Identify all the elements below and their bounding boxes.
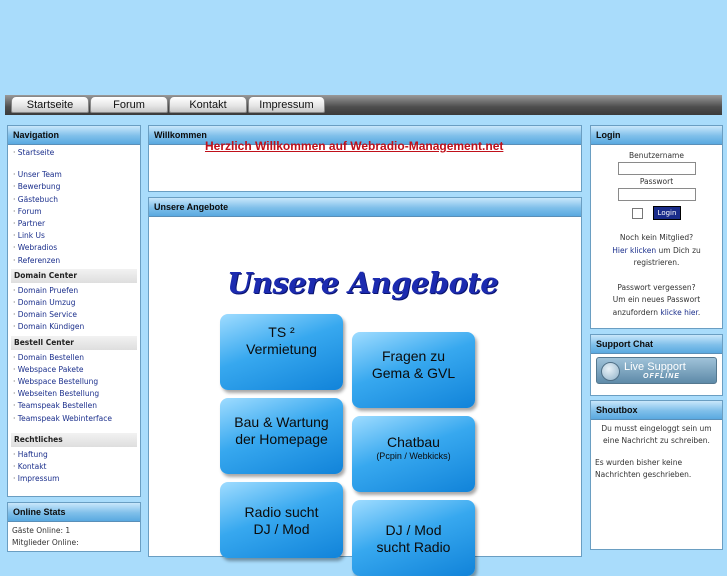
nav-link-teamspeak-webinterface[interactable]: Teamspeak Webinterface — [11, 413, 137, 425]
welcome-link[interactable]: Herzlich Willkommen auf Webradio-Managem… — [205, 139, 503, 153]
offer-radio-line2: DJ / Mod — [253, 521, 310, 537]
offer-dj-line1: DJ / Mod — [385, 522, 442, 538]
tab-startseite[interactable]: Startseite — [11, 96, 89, 113]
offer-gema-line1: Fragen zu — [381, 348, 446, 364]
login-button[interactable]: Login — [652, 206, 682, 220]
nav-link-bewerbung[interactable]: Bewerbung — [11, 181, 137, 193]
offer-homepage-line2: der Homepage — [235, 431, 328, 447]
live-support-status: OFFLINE — [643, 373, 680, 380]
shoutbox-empty-message: Es wurden bisher keine Nachrichten gesch… — [595, 458, 692, 479]
navigation-title: Navigation — [8, 126, 140, 145]
nav-link-teamspeak-bestellen[interactable]: Teamspeak Bestellen — [11, 400, 137, 412]
nav-link-haftung[interactable]: Haftung — [11, 449, 137, 461]
tab-impressum[interactable]: Impressum — [248, 96, 325, 113]
offer-dj-line2: sucht Radio — [376, 539, 451, 555]
offer-radio-line1: Radio sucht — [244, 504, 319, 520]
welcome-panel: Willkommen Herzlich Willkommen auf Webra… — [148, 125, 582, 192]
tab-forum[interactable]: Forum — [90, 96, 168, 113]
nav-link-webspace-pakete[interactable]: Webspace Pakete — [11, 364, 137, 376]
chat-bubble-icon — [601, 362, 620, 381]
nav-link-domain-pruefen[interactable]: Domain Pruefen — [11, 285, 137, 297]
new-password-text: Um ein neues Passwort — [612, 295, 701, 304]
offers-panel: Unsere Angebote Unsere Angebote TS ² Ver… — [148, 197, 582, 576]
offer-homepage-line1: Bau & Wartung — [234, 414, 329, 430]
login-panel: Login Benutzername Passwort Login Noch k… — [590, 125, 723, 329]
shoutbox-login-hint: Du musst eingeloggt sein um eine Nachric… — [601, 424, 712, 445]
domain-center-heading: Domain Center — [11, 268, 137, 283]
register-text-end: registrieren. — [633, 258, 680, 267]
nav-link-domain-bestellen[interactable]: Domain Bestellen — [11, 352, 137, 364]
username-input[interactable] — [617, 162, 696, 175]
offer-gema-line2: Gema & GVL — [371, 365, 456, 381]
login-title: Login — [591, 126, 722, 145]
navigation-panel: Navigation Startseite Unser Team Bewerbu… — [7, 125, 141, 497]
top-navigation-bar: Startseite Forum Kontakt Impressum — [5, 95, 722, 115]
nav-link-startseite[interactable]: Startseite — [11, 147, 137, 159]
username-label: Benutzername — [629, 151, 684, 160]
nav-link-webradios[interactable]: Webradios — [11, 242, 137, 254]
request-text-end: . — [697, 307, 701, 317]
offer-dj-sucht-radio-button[interactable]: DJ / Mod sucht Radio — [352, 500, 475, 576]
live-support-label: Live Support — [624, 361, 686, 373]
offers-banner: Unsere Angebote — [227, 266, 499, 300]
offers-title: Unsere Angebote — [149, 198, 581, 217]
offer-radio-sucht-dj-button[interactable]: Radio sucht DJ / Mod — [220, 482, 343, 558]
nav-link-unser-team[interactable]: Unser Team — [11, 169, 137, 181]
nav-link-kontakt[interactable]: Kontakt — [11, 461, 137, 473]
support-chat-title: Support Chat — [591, 335, 722, 354]
request-text: anzufordern — [612, 307, 661, 317]
nav-link-domain-service[interactable]: Domain Service — [11, 309, 137, 321]
reset-password-link[interactable]: klicke hier — [660, 308, 698, 317]
nav-link-webspace-bestellung[interactable]: Webspace Bestellung — [11, 376, 137, 388]
rechtliches-heading: Rechtliches — [11, 432, 137, 447]
nav-link-domain-kuendigen[interactable]: Domain Kündigen — [11, 321, 137, 333]
password-input[interactable] — [617, 188, 696, 201]
members-online: Mitglieder Online: — [12, 538, 79, 547]
shoutbox-title: Shoutbox — [591, 401, 722, 420]
nav-link-domain-umzug[interactable]: Domain Umzug — [11, 297, 137, 309]
offer-chatbau-line2: (Pcpin / Webkicks) — [376, 451, 451, 461]
offer-ts-line1: TS ² — [268, 324, 295, 340]
online-stats-title: Online Stats — [8, 503, 140, 522]
offer-ts-vermietung-button[interactable]: TS ² Vermietung — [220, 314, 343, 390]
live-support-button[interactable]: Live Support OFFLINE — [596, 357, 717, 384]
register-text: um Dich zu — [656, 245, 701, 255]
nav-link-webseiten-bestellung[interactable]: Webseiten Bestellung — [11, 388, 137, 400]
nav-link-impressum[interactable]: Impressum — [11, 473, 137, 485]
offer-ts-line2: Vermietung — [246, 341, 317, 357]
shoutbox-panel: Shoutbox Du musst eingeloggt sein um ein… — [590, 400, 723, 550]
register-link[interactable]: Hier klicken — [612, 246, 656, 255]
bestell-center-heading: Bestell Center — [11, 335, 137, 350]
nav-link-referenzen[interactable]: Referenzen — [11, 255, 137, 267]
nav-link-link-us[interactable]: Link Us — [11, 230, 137, 242]
forgot-password-text: Passwort vergessen? — [617, 282, 696, 292]
offer-gema-gvl-button[interactable]: Fragen zu Gema & GVL — [352, 332, 475, 408]
remember-me-checkbox[interactable] — [631, 207, 643, 219]
no-member-text: Noch kein Mitglied? — [619, 233, 694, 242]
password-label: Passwort — [639, 177, 674, 186]
nav-link-partner[interactable]: Partner — [11, 218, 137, 230]
nav-link-gaestebuch[interactable]: Gästebuch — [11, 194, 137, 206]
offer-chatbau-button[interactable]: Chatbau (Pcpin / Webkicks) — [352, 416, 475, 492]
guests-online: Gäste Online: 1 — [12, 526, 71, 535]
offer-homepage-button[interactable]: Bau & Wartung der Homepage — [220, 398, 343, 474]
offer-chatbau-line1: Chatbau — [387, 434, 440, 450]
support-chat-panel: Support Chat Live Support OFFLINE — [590, 334, 723, 396]
nav-link-forum[interactable]: Forum — [11, 206, 137, 218]
tab-kontakt[interactable]: Kontakt — [169, 96, 247, 113]
